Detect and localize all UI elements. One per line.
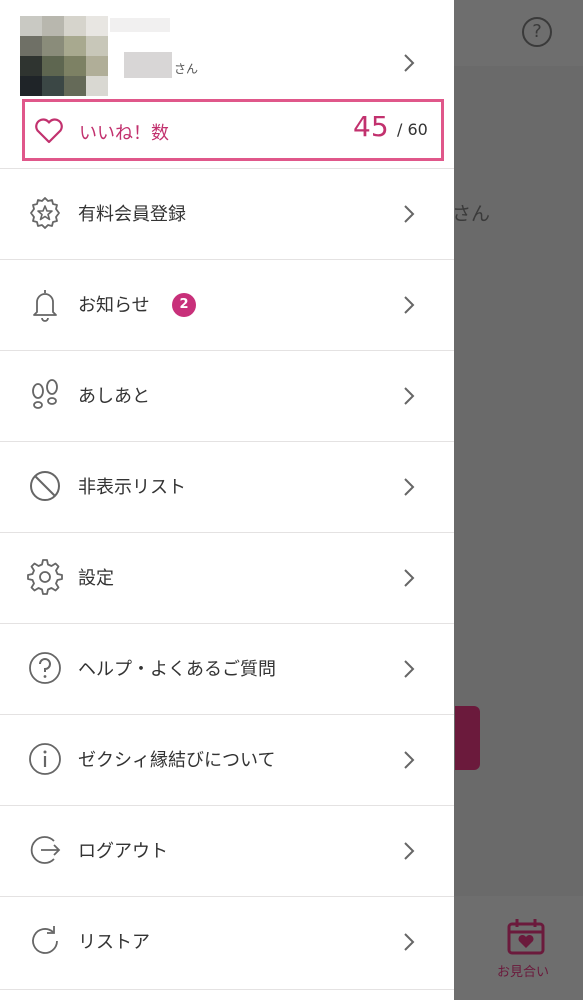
menu-label: 非表示リスト (78, 477, 186, 498)
username-blurred (124, 52, 172, 78)
chevron-right-icon (404, 296, 415, 314)
tab-omiai-label: お見合い (497, 965, 550, 980)
likes-max: / 60 (397, 120, 428, 139)
menu-item-settings[interactable]: 設定 (0, 532, 454, 622)
prohibited-icon (30, 471, 60, 501)
chevron-right-icon (404, 933, 415, 951)
menu-item-paid-membership[interactable]: 有料会員登録 (0, 168, 454, 258)
chevron-right-icon (404, 387, 415, 405)
chevron-right-icon (404, 569, 415, 587)
calendar-heart-icon (507, 919, 545, 955)
likes-count: 45 (353, 110, 389, 143)
info-icon (29, 743, 61, 775)
help-icon: ? (522, 17, 552, 47)
chevron-right-icon (404, 54, 415, 72)
chevron-right-icon (404, 205, 415, 223)
background-partial-text: さん (452, 203, 491, 225)
likes-label: いいね！数 (79, 123, 169, 144)
menu-item-footprints[interactable]: あしあと (0, 350, 454, 440)
side-drawer: さん いいね！数 45 / 60 有料会員登録 お知らせ 2 あしあと 非表示リ… (0, 0, 454, 1000)
divider (0, 989, 454, 990)
chevron-right-icon (404, 751, 415, 769)
menu-item-logout[interactable]: ログアウト (0, 805, 454, 895)
likes-count-panel: いいね！数 45 / 60 (22, 99, 444, 161)
menu-label: 設定 (78, 568, 114, 589)
profile-row[interactable]: さん (0, 0, 454, 98)
menu-item-help[interactable]: ヘルプ・よくあるご質問 (0, 623, 454, 713)
avatar (20, 16, 108, 96)
menu-item-restore[interactable]: リストア (0, 896, 454, 986)
restore-icon (32, 926, 58, 954)
menu-label: あしあと (78, 386, 150, 407)
chevron-right-icon (404, 660, 415, 678)
name-suffix: さん (174, 62, 199, 76)
menu-label: ヘルプ・よくあるご質問 (78, 659, 276, 680)
bell-icon (33, 290, 57, 322)
menu-item-about[interactable]: ゼクシィ縁結びについて (0, 714, 454, 804)
logout-icon (30, 836, 61, 864)
paid-badge-icon (30, 197, 60, 229)
name-blur-top (110, 18, 170, 32)
chevron-right-icon (404, 842, 415, 860)
menu-label: お知らせ (78, 295, 150, 316)
help-icon (29, 652, 61, 684)
menu-item-hidden-list[interactable]: 非表示リスト (0, 441, 454, 531)
menu-label: 有料会員登録 (78, 204, 186, 225)
chevron-right-icon (404, 478, 415, 496)
background-button (455, 706, 480, 770)
heart-icon (35, 118, 63, 144)
menu-item-notifications[interactable]: お知らせ 2 (0, 259, 454, 349)
gear-icon (27, 559, 63, 595)
notification-badge: 2 (172, 293, 196, 317)
footprints-icon (32, 379, 58, 409)
menu-label: リストア (78, 932, 150, 953)
menu-label: ログアウト (78, 841, 168, 862)
menu-label: ゼクシィ縁結びについて (78, 750, 276, 771)
